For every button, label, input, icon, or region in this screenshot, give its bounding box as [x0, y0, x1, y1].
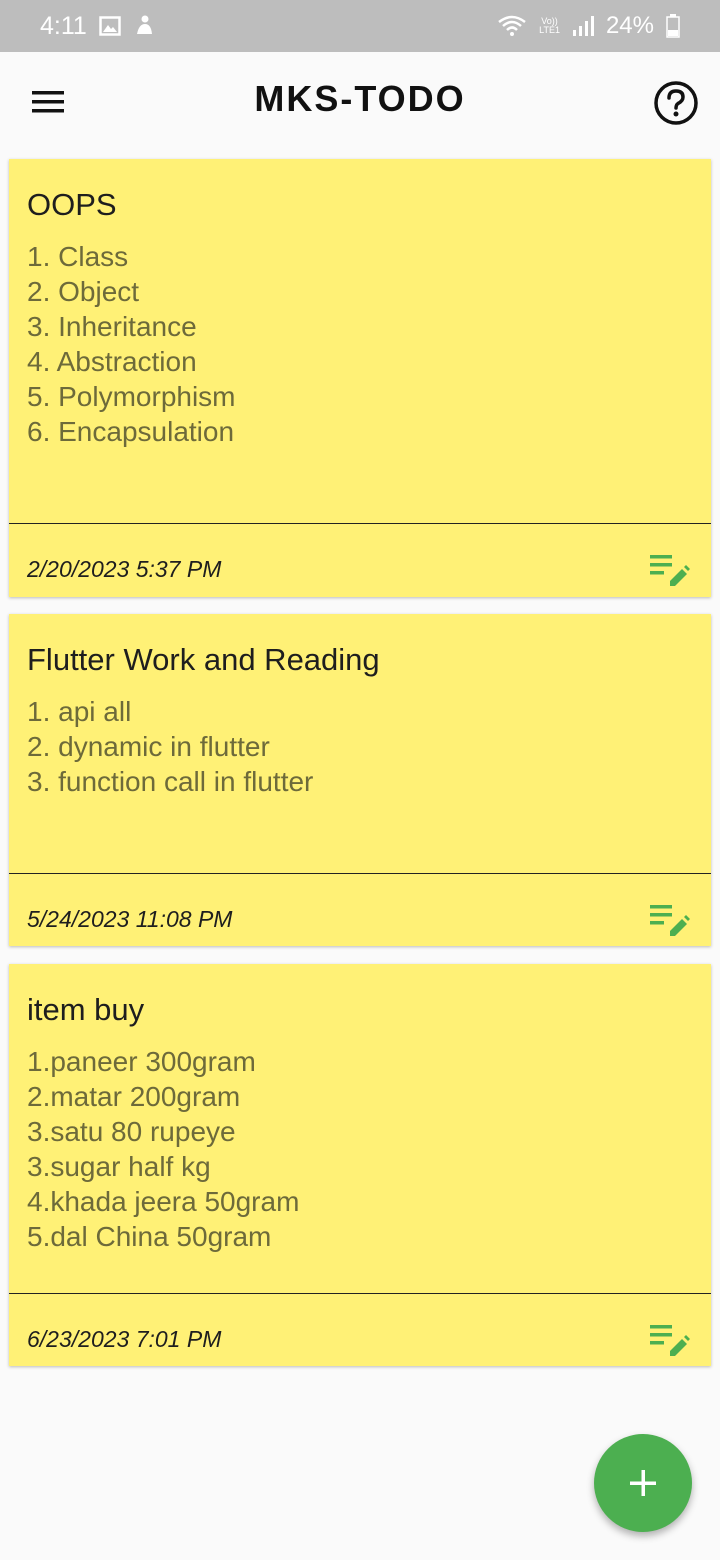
person-icon [136, 15, 152, 34]
battery-icon [666, 14, 680, 38]
app-title: MKS-TODO [254, 78, 466, 119]
edit-note-icon [650, 555, 690, 586]
lte-bottom-label: LTE1 [539, 25, 560, 35]
plus-icon [630, 1470, 656, 1496]
note-body: 1. Class 2. Object 3. Inheritance 4. Abs… [27, 241, 236, 447]
edit-note-icon [650, 1325, 690, 1356]
edit-note-icon [650, 905, 690, 936]
lte-indicator: Vo)) LTE1 [539, 17, 560, 35]
status-time: 4:11 [40, 11, 87, 40]
note-divider [9, 1293, 711, 1294]
help-icon [654, 81, 698, 125]
note-title: Flutter Work and Reading [27, 642, 380, 677]
note-date: 5/24/2023 11:08 PM [27, 906, 233, 932]
add-note-button[interactable] [594, 1434, 692, 1532]
note-title: OOPS [27, 187, 117, 222]
note-body: 1.paneer 300gram 2.matar 200gram 3.satu … [27, 1046, 300, 1252]
note-date: 6/23/2023 7:01 PM [27, 1326, 222, 1352]
note-divider [9, 523, 711, 524]
note-body: 1. api all 2. dynamic in flutter 3. func… [27, 696, 314, 797]
note-title: item buy [27, 992, 145, 1027]
battery-percent: 24% [605, 12, 654, 39]
signal-icon [572, 16, 594, 36]
help-button[interactable] [652, 79, 700, 127]
note-card[interactable]: OOPS 1. Class 2. Object 3. Inheritance 4… [9, 159, 711, 597]
edit-note-button[interactable] [649, 1321, 691, 1357]
status-bar: 4:11 Vo)) LTE1 24% [0, 0, 720, 52]
gallery-icon [99, 16, 121, 36]
note-card[interactable]: item buy 1.paneer 300gram 2.matar 200gra… [9, 964, 711, 1366]
note-divider [9, 873, 711, 874]
status-right: Vo)) LTE1 24% [497, 12, 680, 40]
edit-note-button[interactable] [649, 901, 691, 937]
note-date: 2/20/2023 5:37 PM [27, 556, 222, 582]
wifi-icon [498, 15, 526, 36]
edit-note-button[interactable] [649, 551, 691, 587]
app-bar: MKS-TODO [0, 52, 720, 150]
note-card[interactable]: Flutter Work and Reading 1. api all 2. d… [9, 614, 711, 946]
status-left: 4:11 [40, 12, 155, 41]
